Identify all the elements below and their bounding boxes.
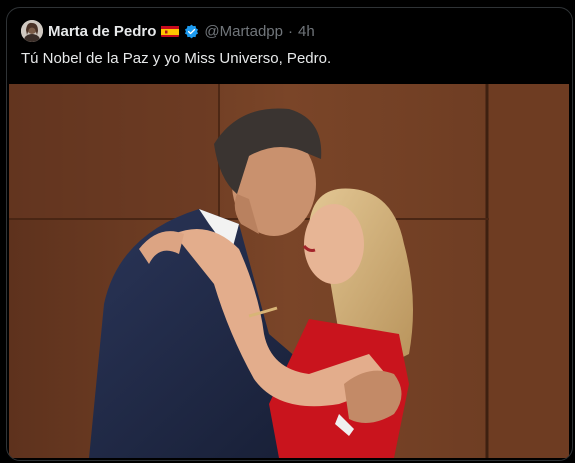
timestamp[interactable]: 4h xyxy=(298,23,315,40)
verified-badge-icon xyxy=(184,24,199,39)
author-name[interactable]: Marta de Pedro xyxy=(48,23,156,40)
avatar[interactable] xyxy=(21,20,43,42)
tweet-card[interactable]: Marta de Pedro @Martadpp · 4h Tú Nobel d… xyxy=(6,7,573,461)
author-handle[interactable]: @Martadpp xyxy=(204,23,283,40)
photo-illustration xyxy=(9,84,569,458)
tweet-header: Marta de Pedro @Martadpp · 4h xyxy=(21,19,315,43)
separator-dot: · xyxy=(287,22,293,40)
tweet-photo[interactable] xyxy=(9,84,569,458)
tweet-text: Tú Nobel de la Paz y yo Miss Universo, P… xyxy=(21,50,332,67)
spain-flag-icon xyxy=(161,25,180,37)
tweet-container[interactable]: Marta de Pedro @Martadpp · 4h Tú Nobel d… xyxy=(0,0,575,463)
